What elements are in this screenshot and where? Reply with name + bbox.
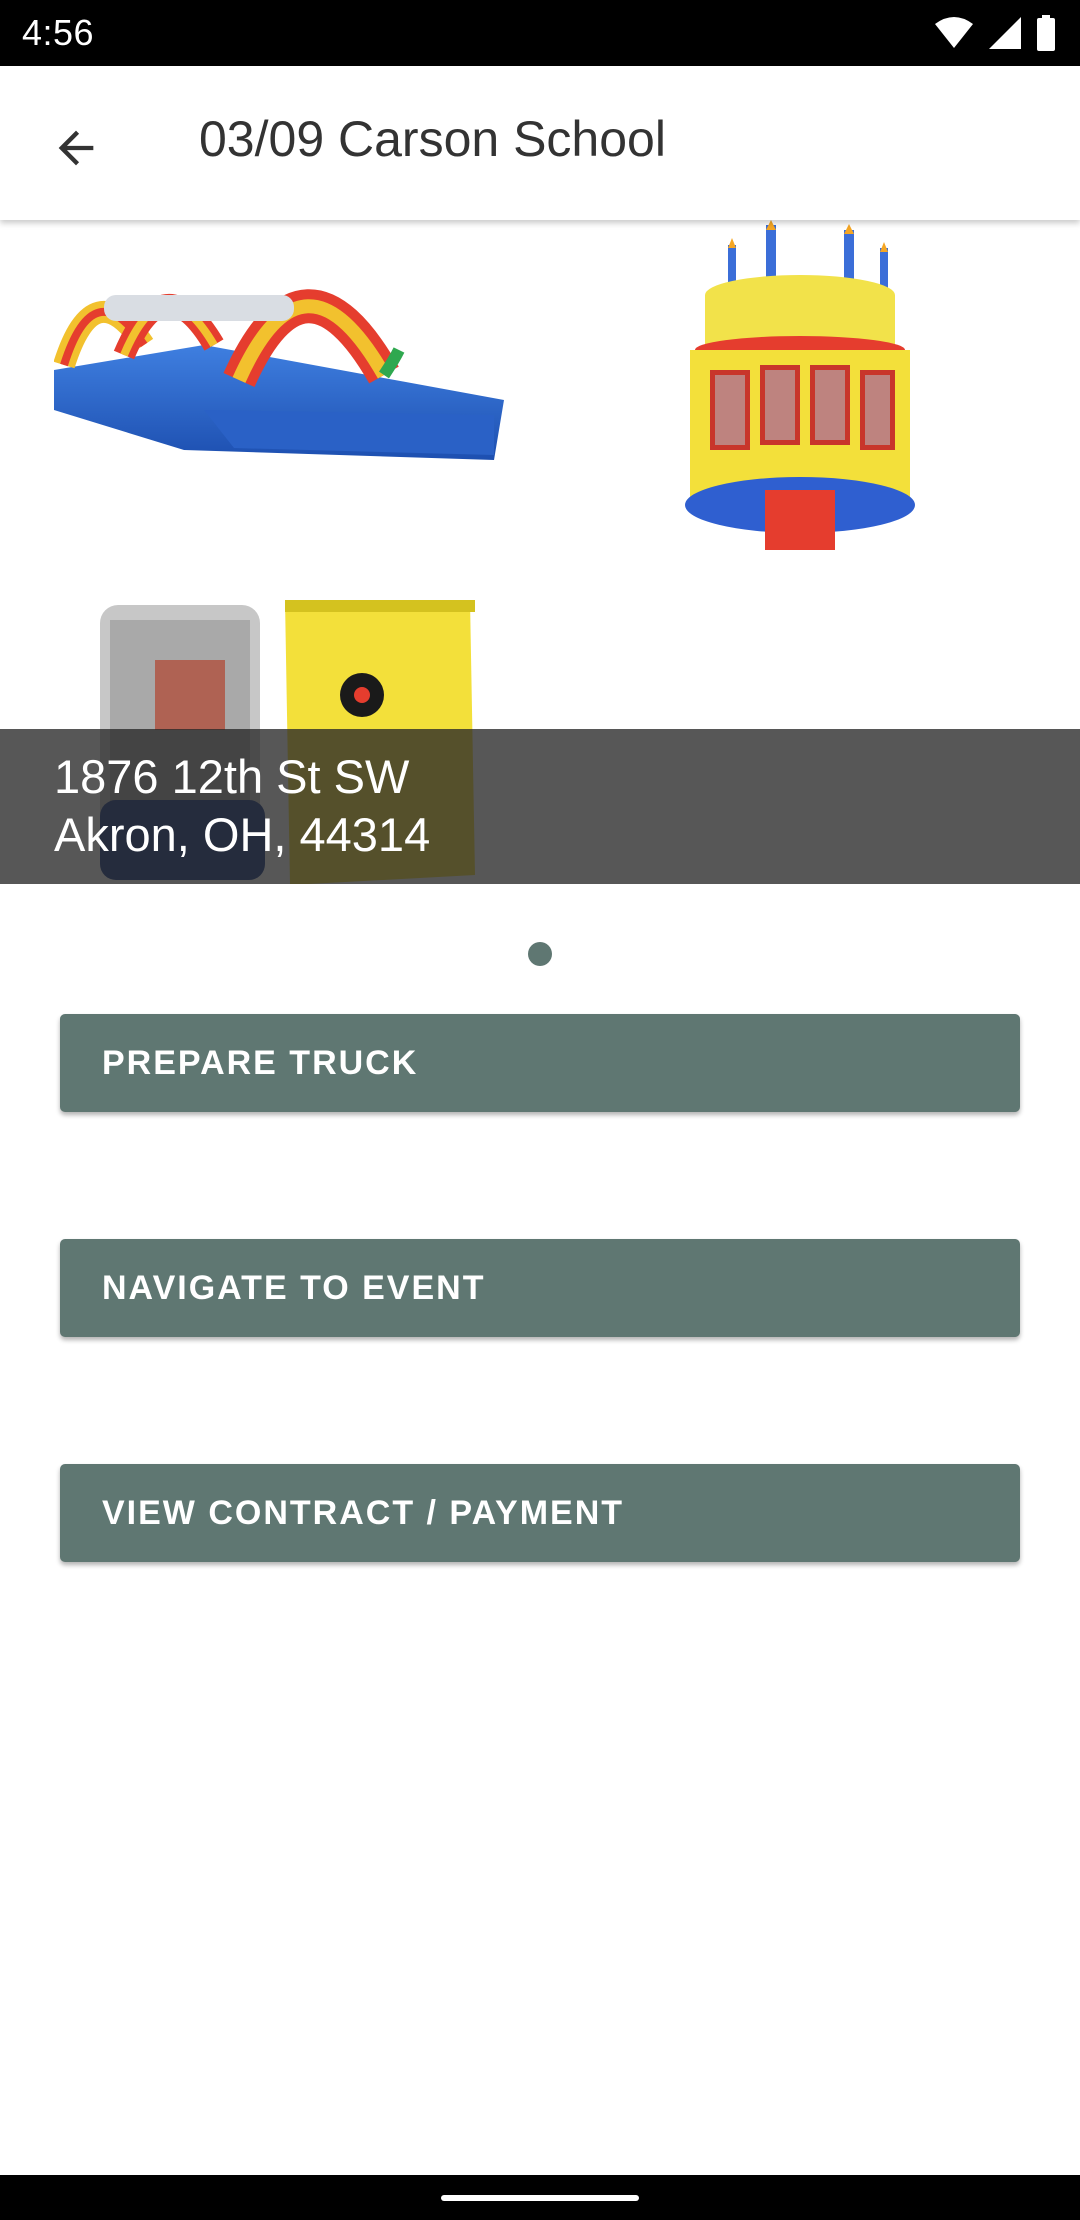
cellular-signal-icon xyxy=(989,17,1021,49)
event-image-carousel[interactable]: 1876 12th St SW Akron, OH, 44314 xyxy=(0,220,1080,884)
page-title: 03/09 Carson School xyxy=(199,111,666,167)
status-icons xyxy=(934,14,1056,52)
prepare-truck-button[interactable]: PREPARE TRUCK xyxy=(60,1014,1020,1112)
address-overlay: 1876 12th St SW Akron, OH, 44314 xyxy=(0,729,1080,884)
navigate-to-event-button[interactable]: NAVIGATE TO EVENT xyxy=(60,1239,1020,1337)
wifi-icon xyxy=(935,17,973,48)
view-contract-payment-button[interactable]: VIEW CONTRACT / PAYMENT xyxy=(60,1464,1020,1562)
address-street: 1876 12th St SW xyxy=(54,750,410,803)
carousel-page-indicator xyxy=(528,942,552,966)
cake-bounce-house-image xyxy=(685,220,915,550)
back-button[interactable] xyxy=(34,106,118,190)
app-bar: 03/09 Carson School xyxy=(0,66,1080,220)
status-time: 4:56 xyxy=(22,12,95,53)
status-bar: 4:56 xyxy=(0,0,1080,66)
address-city-state-zip: Akron, OH, 44314 xyxy=(54,808,431,861)
home-gesture-handle[interactable] xyxy=(441,2195,639,2201)
arrow-back-icon xyxy=(58,130,94,166)
inflatable-water-slide-image xyxy=(54,289,504,460)
battery-icon xyxy=(1037,15,1055,51)
system-nav-bar xyxy=(0,2175,1080,2220)
